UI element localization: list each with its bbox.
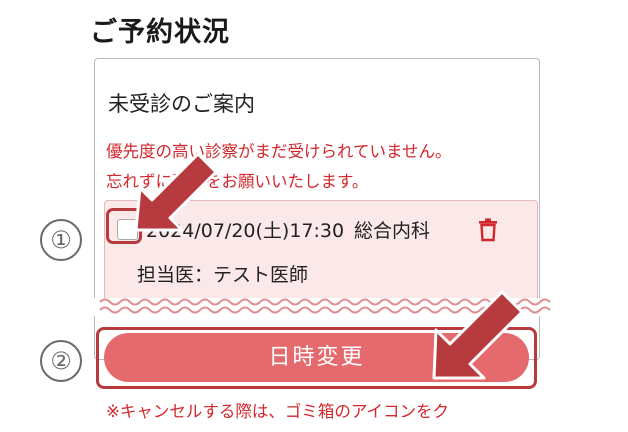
card-heading: 未受診のご案内 (108, 92, 255, 116)
arrow-icon (134, 152, 218, 232)
doctor-label: 担当医： (137, 264, 214, 286)
appointment-department: 総合内科 (354, 220, 431, 242)
trash-icon[interactable] (477, 218, 499, 242)
section-break-wave (0, 298, 628, 316)
arrow-icon (432, 290, 524, 380)
attending-doctor: 担当医：テスト医師 (137, 260, 308, 287)
doctor-name: テスト医師 (213, 264, 309, 286)
step-2-marker: ② (40, 340, 82, 382)
step-1-marker: ① (40, 219, 82, 261)
cancel-instruction: ※キャンセルする際は、ゴミ箱のアイコンをク (106, 402, 450, 421)
page-title: ご予約状況 (90, 17, 230, 48)
